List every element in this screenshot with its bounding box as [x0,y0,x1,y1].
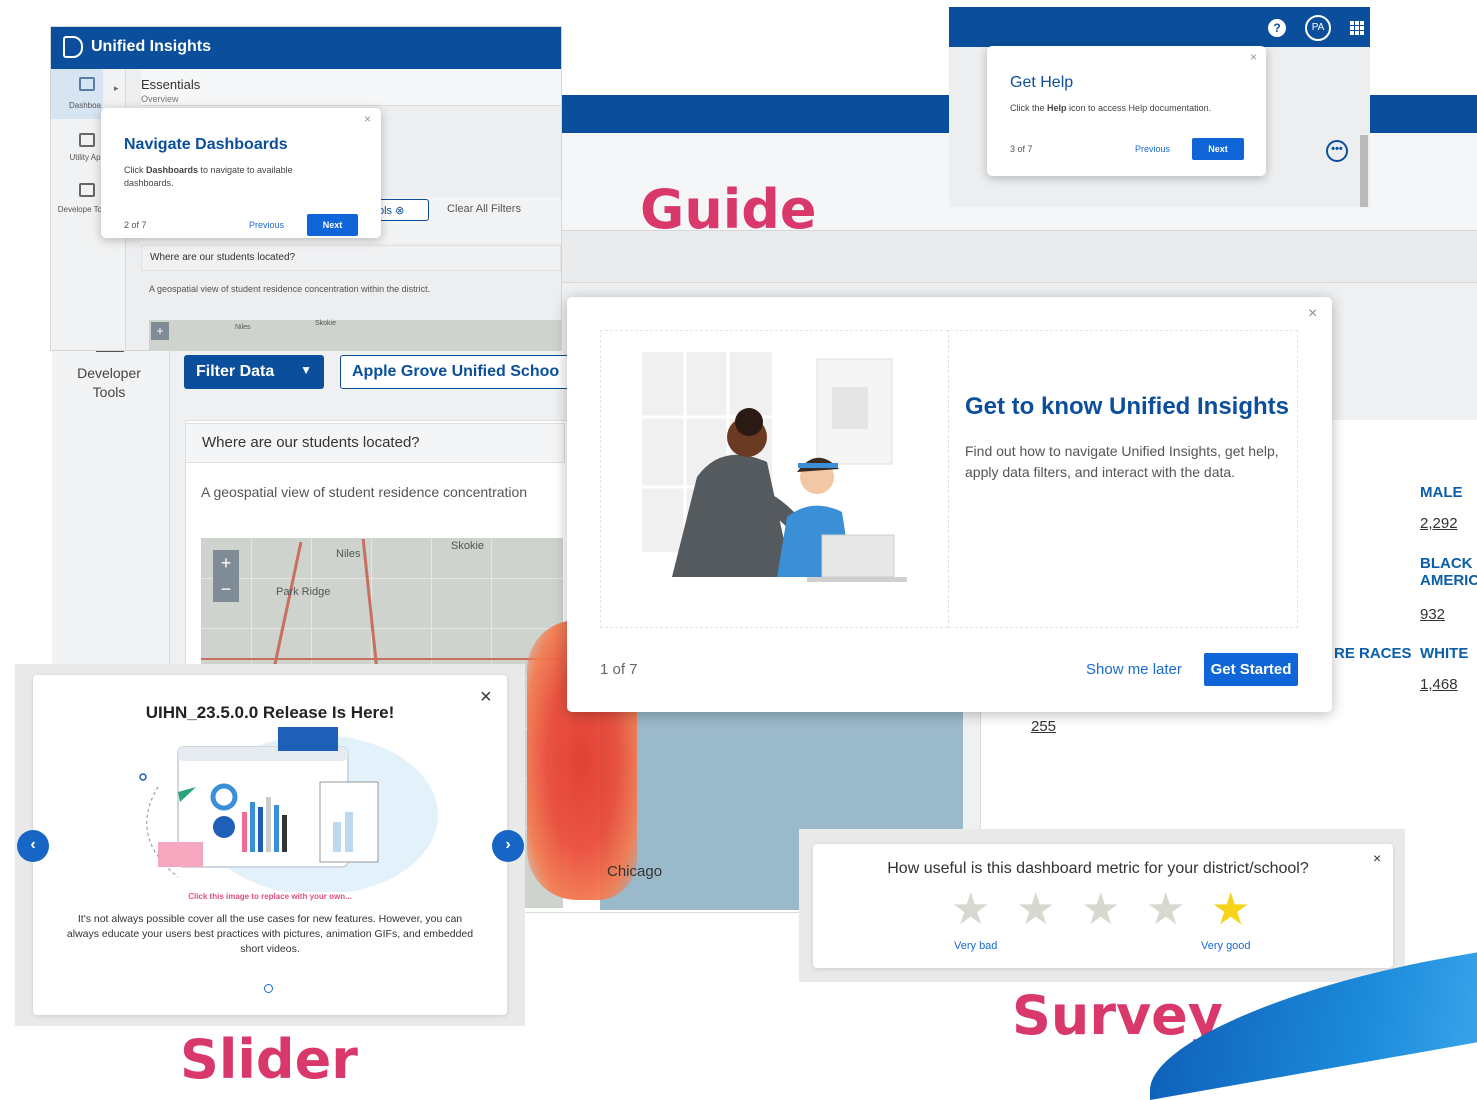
survey-tag: Survey [1012,984,1223,1047]
modal-body: Find out how to navigate Unified Insight… [965,443,1279,480]
chevron-right-icon[interactable]: ▸ [114,83,119,94]
title-bar: Unified Insights [51,27,561,69]
previous-button[interactable]: Previous [249,220,284,230]
tooltip-heading: Navigate Dashboards [124,136,288,153]
tooltip-body: Click Dashboards to navigate to availabl… [124,165,293,188]
chevron-left-icon[interactable]: ‹ [17,830,49,862]
star-icon[interactable]: ★ [1081,888,1120,932]
step-counter: 3 of 7 [1010,144,1033,154]
close-icon[interactable]: × [1250,50,1257,64]
release-slider-panel: UIHN_23.5.0.0 Release Is Here! × Click t… [33,675,507,1015]
previous-button[interactable]: Previous [1135,144,1170,154]
metric-value-male[interactable]: 2,292 [1420,515,1458,532]
map-label-chicago: Chicago [607,863,663,880]
title-bar: ? PA [949,7,1370,47]
metric-value-white[interactable]: 1,468 [1420,676,1458,693]
rating-low-label: Very bad [954,940,998,952]
sidebar-item-developer-tools[interactable]: Developer Tools [62,364,156,402]
show-me-later-button[interactable]: Show me later [1086,661,1182,678]
chevron-down-icon: ▼ [300,363,312,377]
zoom-in-button[interactable]: + [151,322,169,340]
next-button[interactable]: Next [307,214,358,236]
dashboard-icon [79,77,95,91]
tooltip-body: Click the Help icon to access Help docum… [1010,103,1212,113]
guide-tag: Guide [640,178,817,241]
clear-all-filters-link[interactable]: Clear All Filters [447,203,521,215]
close-icon[interactable]: × [364,112,371,126]
app-title: Unified Insights [91,38,211,55]
dashboard-window-help: ? PA ••• × Get Help Click the Help icon … [949,7,1370,207]
map[interactable]: + Niles Skokie [149,320,561,350]
close-icon[interactable]: × [1373,850,1381,866]
step-counter: 2 of 7 [124,220,147,230]
code-icon [79,183,95,197]
image-caption: Click this image to replace with your ow… [188,892,352,901]
people-at-laptop-illustration [642,352,907,582]
metric-label-races: RE RACES [1334,645,1412,662]
guide-welcome-modal: × Get to know Unified Insights Find out … [567,297,1332,712]
card-title: Where are our students located? [141,245,561,271]
dashboard-window-navigate: Unified Insights Dashboa ▸ Utility Ap De… [51,27,561,350]
metric-value-black[interactable]: 932 [1420,606,1445,623]
map-label: Niles [235,324,251,331]
filter-data-label: Filter Data [196,363,275,380]
metric-label-male: MALE [1420,484,1463,501]
close-circle-icon[interactable]: ⊗ [395,205,404,217]
school-filter-chip[interactable]: Apple Grove Unified Schoo [340,355,580,389]
briefcase-icon [79,133,95,147]
rating-high-label: Very good [1201,940,1251,952]
metric-value-races[interactable]: 255 [1031,718,1056,735]
filter-data-button[interactable]: Filter Data ▼ [184,355,324,389]
map-label: Park Ridge [276,586,331,598]
breadcrumb-title: Essentials [141,77,201,92]
release-illustration[interactable] [118,727,438,892]
scrollbar[interactable] [1360,135,1368,207]
card-title: Where are our students located? [185,423,565,463]
more-options-icon[interactable]: ••• [1326,140,1348,162]
guide-tooltip-navigate: × Navigate Dashboards Click Dashboards t… [101,108,381,238]
map-label: Niles [336,548,361,560]
card-description: A geospatial view of student residence c… [149,284,431,294]
metric-label-black: BLACK AMERIC [1420,555,1477,589]
breadcrumb-subtitle: Overview [141,94,179,104]
slider-body: It's not always possible cover all the u… [66,913,474,955]
survey-panel: How useful is this dashboard metric for … [813,844,1393,968]
map-label: Skokie [451,540,485,552]
pagination-dot[interactable] [264,984,273,993]
sidebar-item-dashboards[interactable] [51,69,103,119]
metric-label-white: WHITE [1420,645,1469,662]
map-label: Skokie [315,320,337,327]
slider-title: UIHN_23.5.0.0 Release Is Here! [145,703,395,722]
close-icon[interactable]: × [480,686,492,709]
divider [948,330,949,628]
star-icon[interactable]: ★ [951,888,990,932]
step-counter: 1 of 7 [600,661,638,678]
get-started-button[interactable]: Get Started [1204,653,1298,686]
card-description: A geospatial view of student residence c… [201,484,528,500]
next-button[interactable]: Next [1192,138,1244,160]
modal-heading: Get to know Unified Insights [965,393,1289,420]
survey-question: How useful is this dashboard metric for … [887,860,1309,877]
avatar[interactable]: PA [1305,15,1331,41]
help-icon[interactable]: ? [1268,19,1286,37]
breadcrumb: Essentials Overview [141,69,561,106]
powerschool-logo-icon [63,36,83,58]
tooltip-heading: Get Help [1010,74,1074,91]
guide-tooltip-help: × Get Help Click the Help icon to access… [987,46,1266,176]
close-icon[interactable]: × [1308,305,1317,323]
star-icon[interactable]: ★ [1146,888,1185,932]
chevron-right-icon[interactable]: › [492,830,524,862]
slider-tag: Slider [180,1028,358,1091]
star-icon-selected[interactable]: ★ [1211,888,1250,932]
apps-grid-icon[interactable] [1350,21,1364,35]
map-zoom-control[interactable]: + − [213,550,239,602]
star-icon[interactable]: ★ [1016,888,1055,932]
